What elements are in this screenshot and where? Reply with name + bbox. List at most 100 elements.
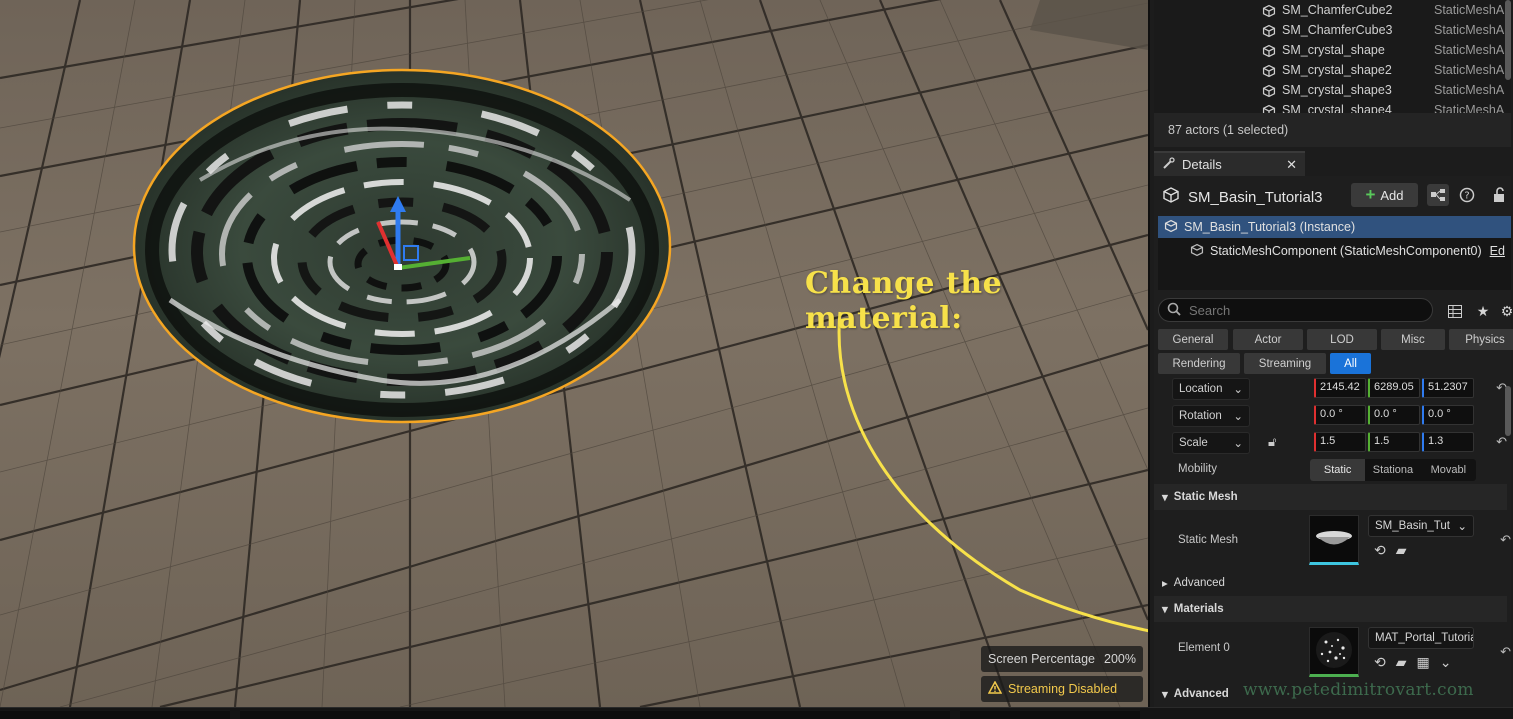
actor-count: 87 actors (1 selected) bbox=[1154, 113, 1511, 147]
edit-link[interactable]: Ed bbox=[1490, 244, 1505, 258]
outliner-row[interactable]: SM_crystal_shape3 StaticMeshA bbox=[1154, 80, 1511, 100]
browse-to-asset-icon[interactable]: ⟲ bbox=[1374, 542, 1386, 559]
outliner-row-name: SM_ChamferCube3 bbox=[1282, 23, 1393, 37]
reset-arrow-icon[interactable]: ↶ bbox=[1496, 434, 1507, 450]
static-mesh-icon bbox=[1162, 186, 1180, 208]
reset-arrow-icon[interactable]: ↶ bbox=[1500, 532, 1511, 548]
chevron-down-icon: ⌄ bbox=[1457, 521, 1467, 533]
material-thumbnail[interactable] bbox=[1309, 627, 1359, 677]
lock-icon[interactable] bbox=[1489, 184, 1511, 206]
scale-y-field[interactable]: 1.5 bbox=[1368, 432, 1420, 452]
annotation-text: Change the material: bbox=[805, 266, 1003, 336]
filter-all[interactable]: All bbox=[1330, 353, 1371, 374]
rotation-x-field[interactable]: 0.0 ° bbox=[1314, 405, 1366, 425]
outliner-row-name: SM_crystal_shape4 bbox=[1282, 103, 1392, 113]
outliner-row-type: StaticMeshA bbox=[1434, 83, 1505, 97]
browse-to-asset-icon[interactable]: ⟲ bbox=[1374, 654, 1386, 671]
component-instance-label: SM_Basin_Tutorial3 (Instance) bbox=[1184, 220, 1356, 234]
outliner-row-type: StaticMeshA bbox=[1434, 43, 1505, 57]
streaming-status-text: Streaming Disabled bbox=[1008, 682, 1118, 696]
materials-section-header[interactable]: ▾ Materials bbox=[1154, 596, 1507, 622]
details-icon bbox=[1162, 156, 1175, 173]
location-y-field[interactable]: 6289.05 bbox=[1368, 378, 1420, 398]
search-icon bbox=[1167, 302, 1181, 319]
component-instance-row[interactable]: SM_Basin_Tutorial3 (Instance) bbox=[1158, 216, 1511, 238]
component-tree: SM_Basin_Tutorial3 (Instance) StaticMesh… bbox=[1158, 216, 1511, 290]
component-staticmesh-label: StaticMeshComponent (StaticMeshComponent… bbox=[1210, 244, 1482, 258]
table-view-icon[interactable] bbox=[1444, 300, 1466, 322]
outliner-row[interactable]: SM_crystal_shape2 StaticMeshA bbox=[1154, 60, 1511, 80]
bottom-status-bar bbox=[0, 707, 1513, 719]
folder-icon[interactable]: ▰ bbox=[1396, 542, 1407, 559]
mobility-option-movabl[interactable]: Movabl bbox=[1421, 459, 1476, 481]
settings-gear-icon[interactable]: ⚙ bbox=[1496, 300, 1513, 322]
scale-z-field[interactable]: 1.3 bbox=[1422, 432, 1474, 452]
outliner-row[interactable]: SM_ChamferCube2 StaticMeshA bbox=[1154, 0, 1511, 20]
filter-physics[interactable]: Physics bbox=[1449, 329, 1513, 350]
static-mesh-asset-dropdown[interactable]: SM_Basin_Tut ⌄ bbox=[1368, 515, 1474, 537]
filter-lod[interactable]: LOD bbox=[1307, 329, 1377, 350]
screen-percentage-value: 200% bbox=[1104, 652, 1136, 666]
outliner-row[interactable]: SM_crystal_shape4 StaticMeshA bbox=[1154, 100, 1511, 113]
outliner-row-name: SM_crystal_shape3 bbox=[1282, 83, 1392, 97]
location-x-field[interactable]: 2145.42 bbox=[1314, 378, 1366, 398]
component-staticmesh-row[interactable]: StaticMeshComponent (StaticMeshComponent… bbox=[1158, 240, 1511, 262]
help-icon[interactable]: ? bbox=[1456, 184, 1478, 206]
rotation-dropdown[interactable]: Rotation ⌄ bbox=[1172, 405, 1250, 427]
level-viewport[interactable]: Change the material: Screen Percentage 2… bbox=[0, 0, 1148, 707]
outliner-scrollbar[interactable] bbox=[1505, 0, 1511, 80]
scale-x-field[interactable]: 1.5 bbox=[1314, 432, 1366, 452]
annotation-arrow bbox=[837, 311, 1148, 633]
warning-triangle-icon bbox=[987, 680, 1003, 697]
watermark: www.petedimitrovart.com bbox=[1243, 680, 1474, 700]
checker-icon[interactable]: ▦ bbox=[1417, 654, 1430, 671]
search-input[interactable] bbox=[1189, 302, 1409, 318]
scale-dropdown[interactable]: Scale ⌄ bbox=[1172, 432, 1250, 454]
details-search[interactable] bbox=[1158, 298, 1433, 322]
static-mesh-thumbnail[interactable] bbox=[1309, 515, 1359, 565]
svg-text:?: ? bbox=[1464, 191, 1469, 202]
blueprint-icon[interactable] bbox=[1427, 184, 1449, 206]
rotation-y-field[interactable]: 0.0 ° bbox=[1368, 405, 1420, 425]
material-asset-dropdown[interactable]: MAT_Portal_Tutoria bbox=[1368, 627, 1474, 649]
tab-details[interactable]: Details ✕ bbox=[1154, 151, 1305, 176]
scale-row: Scale ⌄ 🔓︎ 1.5 1.5 1.3 ↶ bbox=[1154, 430, 1507, 457]
filter-rendering[interactable]: Rendering bbox=[1158, 353, 1240, 374]
location-z-field[interactable]: 51.2307 bbox=[1422, 378, 1474, 398]
filter-streaming[interactable]: Streaming bbox=[1244, 353, 1326, 374]
outliner-row-type: StaticMeshA bbox=[1434, 103, 1505, 113]
static-mesh-advanced[interactable]: ▸ Advanced bbox=[1154, 570, 1507, 596]
location-dropdown[interactable]: Location ⌄ bbox=[1172, 378, 1250, 400]
details-scrollbar[interactable] bbox=[1505, 386, 1511, 436]
reset-arrow-icon[interactable]: ↶ bbox=[1500, 644, 1511, 660]
filter-general[interactable]: General bbox=[1158, 329, 1228, 350]
mobility-toggle[interactable]: Static Stationa Movabl bbox=[1310, 459, 1476, 481]
static-mesh-section-header[interactable]: ▾ Static Mesh bbox=[1154, 484, 1507, 510]
folder-icon[interactable]: ▰ bbox=[1396, 654, 1407, 671]
static-mesh-icon bbox=[1262, 64, 1276, 81]
static-mesh-icon bbox=[1262, 4, 1276, 21]
tab-details-label: Details bbox=[1182, 157, 1222, 172]
plus-icon: + bbox=[1365, 185, 1376, 204]
details-panel: SM_Basin_Tutorial3 + Add ? SM_Basin_Tuto… bbox=[1154, 176, 1513, 707]
location-row: Location ⌄ 2145.42 6289.05 51.2307 ↶ bbox=[1154, 376, 1507, 403]
chevron-down-icon: ⌄ bbox=[1233, 384, 1243, 396]
unlock-icon[interactable]: 🔓︎ bbox=[1268, 434, 1276, 450]
rotation-row: Rotation ⌄ 0.0 ° 0.0 ° 0.0 ° bbox=[1154, 403, 1507, 430]
mobility-option-stationa[interactable]: Stationa bbox=[1365, 459, 1420, 481]
filter-actor[interactable]: Actor bbox=[1233, 329, 1303, 350]
mobility-label: Mobility bbox=[1178, 463, 1217, 475]
mobility-option-static[interactable]: Static bbox=[1310, 459, 1366, 481]
chevron-down-icon[interactable]: ⌄ bbox=[1440, 654, 1452, 671]
chevron-down-icon: ⌄ bbox=[1233, 438, 1243, 450]
add-component-button[interactable]: + Add bbox=[1351, 183, 1418, 207]
static-mesh-icon bbox=[1262, 24, 1276, 41]
close-icon[interactable]: ✕ bbox=[1286, 157, 1297, 173]
outliner-row[interactable]: SM_crystal_shape StaticMeshA bbox=[1154, 40, 1511, 60]
screen-percentage-label: Screen Percentage bbox=[988, 652, 1096, 666]
static-mesh-icon bbox=[1164, 219, 1178, 236]
favorites-star-icon[interactable]: ★ bbox=[1472, 300, 1494, 322]
outliner-row[interactable]: SM_ChamferCube3 StaticMeshA bbox=[1154, 20, 1511, 40]
filter-misc[interactable]: Misc bbox=[1381, 329, 1445, 350]
rotation-z-field[interactable]: 0.0 ° bbox=[1422, 405, 1474, 425]
